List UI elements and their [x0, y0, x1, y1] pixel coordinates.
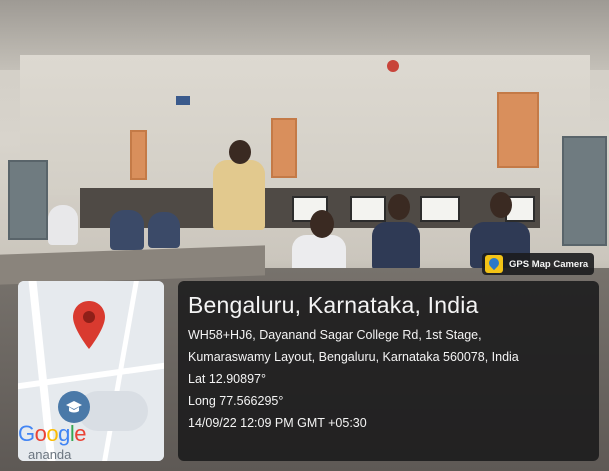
cabinet-left [8, 160, 48, 240]
address-line-1: WH58+HJ6, Dayanand Sagar College Rd, 1st… [188, 328, 482, 342]
graduation-cap-icon [58, 391, 90, 423]
google-logo: Google [18, 421, 87, 446]
student [110, 210, 144, 250]
fire-alarm [387, 60, 399, 72]
student [48, 205, 78, 245]
gps-map-camera-badge: GPS Map Camera [482, 253, 594, 275]
address-line-2: Kumaraswamy Layout, Bengaluru, Karnataka… [188, 350, 519, 364]
person-head [388, 194, 410, 220]
location-title: Bengaluru, Karnataka, India [188, 292, 479, 318]
student [148, 212, 180, 248]
poster-right [497, 92, 539, 168]
person-head [490, 192, 512, 218]
cabinet-right [562, 136, 607, 246]
student [372, 222, 420, 270]
latitude: Lat 12.90897° [188, 372, 266, 386]
monitor [420, 196, 460, 222]
map-thumbnail: Google anandа [18, 281, 164, 461]
poster-middle [271, 118, 297, 178]
map-place-label: anandа [28, 447, 72, 461]
monitor [350, 196, 386, 222]
poster-left [130, 130, 147, 180]
badge-label: GPS Map Camera [509, 258, 589, 270]
standing-person [213, 160, 265, 230]
wall-sign [176, 96, 190, 105]
person-head [310, 210, 334, 238]
location-info-card: Bengaluru, Karnataka, India WH58+HJ6, Da… [178, 281, 599, 461]
longitude: Long 77.566295° [188, 394, 284, 408]
location-pin-icon [73, 301, 105, 349]
timestamp: 14/09/22 12:09 PM GMT +05:30 [188, 416, 367, 430]
person-head [229, 140, 251, 164]
gps-map-camera-icon [485, 255, 503, 273]
